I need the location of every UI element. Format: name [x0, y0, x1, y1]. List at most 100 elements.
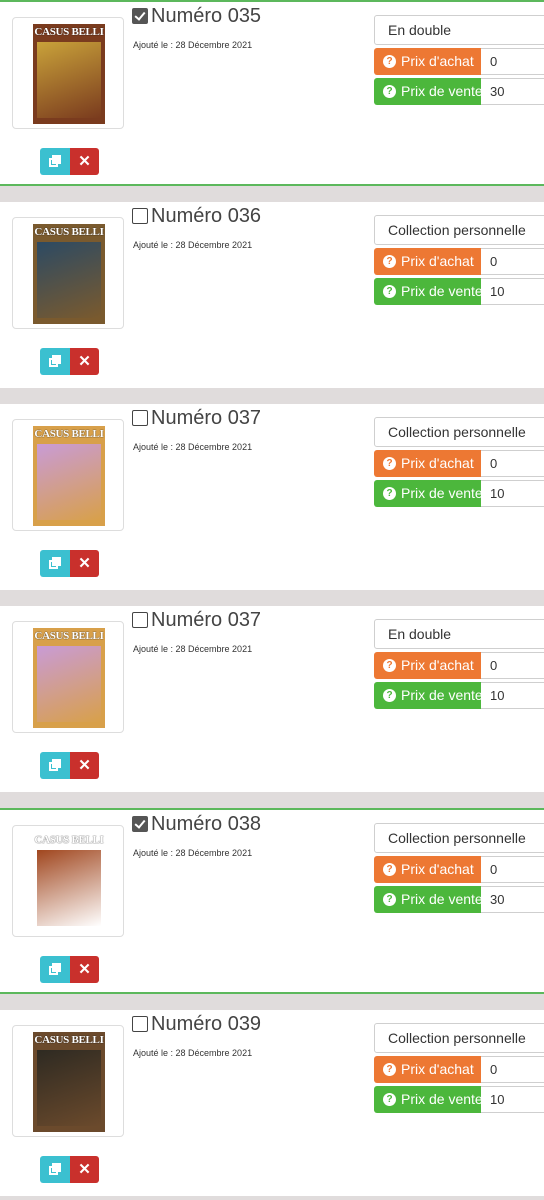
duplicate-button[interactable]: [40, 348, 70, 375]
cover-art: [37, 242, 101, 318]
delete-button[interactable]: ✕: [70, 348, 99, 375]
buy-price-label[interactable]: ? Prix d'achat: [374, 856, 481, 883]
status-select[interactable]: Collection personnelle: [374, 417, 544, 447]
added-date: Ajouté le : 28 Décembre 2021: [133, 40, 253, 50]
added-date: Ajouté le : 28 Décembre 2021: [133, 1048, 253, 1058]
issue-title: Numéro 035: [151, 5, 262, 27]
times-icon: ✕: [78, 1161, 91, 1178]
collection-item: CASUS BELLI ✕ Numéro 039 Ajouté le : 28 …: [0, 1010, 544, 1196]
select-checkbox[interactable]: [132, 208, 148, 224]
cover-thumbnail[interactable]: CASUS BELLI: [12, 825, 124, 937]
added-date: Ajouté le : 28 Décembre 2021: [133, 848, 253, 858]
sell-price-input[interactable]: 10: [481, 480, 544, 507]
sell-price-label[interactable]: ? Prix de vente: [374, 480, 483, 507]
added-date: Ajouté le : 28 Décembre 2021: [133, 442, 253, 452]
status-select[interactable]: Collection personnelle: [374, 215, 544, 245]
sell-price-input[interactable]: 10: [481, 682, 544, 709]
cover-art: [37, 850, 101, 926]
duplicate-button[interactable]: [40, 550, 70, 577]
cover-thumbnail[interactable]: CASUS BELLI: [12, 1025, 124, 1137]
buy-price-row: ? Prix d'achat 0: [374, 652, 544, 679]
question-circle-icon: ?: [383, 659, 396, 672]
sell-price-input[interactable]: 10: [481, 1086, 544, 1113]
buy-price-input[interactable]: 0: [481, 450, 544, 477]
delete-button[interactable]: ✕: [70, 550, 99, 577]
status-select[interactable]: Collection personnelle: [374, 1023, 544, 1053]
sell-price-label[interactable]: ? Prix de vente: [374, 682, 483, 709]
issue-title: Numéro 037: [151, 609, 262, 631]
sell-price-input[interactable]: 30: [481, 78, 544, 105]
issue-title: Numéro 038: [151, 813, 262, 835]
question-circle-icon: ?: [383, 689, 396, 702]
item-actions: ✕: [40, 752, 100, 779]
sell-price-label[interactable]: ? Prix de vente: [374, 78, 483, 105]
delete-button[interactable]: ✕: [70, 1156, 99, 1183]
buy-price-label[interactable]: ? Prix d'achat: [374, 248, 481, 275]
magazine-cover-icon: CASUS BELLI: [33, 628, 105, 728]
select-checkbox[interactable]: [132, 410, 148, 426]
magazine-cover-icon: CASUS BELLI: [33, 426, 105, 526]
cover-title: CASUS BELLI: [34, 630, 104, 642]
cover-art: [37, 646, 101, 722]
buy-price-row: ? Prix d'achat 0: [374, 48, 544, 75]
collection-item: CASUS BELLI ✕ Numéro 036 Ajouté le : 28 …: [0, 202, 544, 388]
delete-button[interactable]: ✕: [70, 956, 99, 983]
select-checkbox[interactable]: [132, 816, 148, 832]
sell-price-label[interactable]: ? Prix de vente: [374, 1086, 483, 1113]
cover-thumbnail[interactable]: CASUS BELLI: [12, 621, 124, 733]
buy-price-input[interactable]: 0: [481, 248, 544, 275]
select-checkbox[interactable]: [132, 612, 148, 628]
buy-price-row: ? Prix d'achat 0: [374, 856, 544, 883]
status-select[interactable]: En double: [374, 619, 544, 649]
question-circle-icon: ?: [383, 255, 396, 268]
delete-button[interactable]: ✕: [70, 752, 99, 779]
collection-item: CASUS BELLI ✕ Numéro 035 Ajouté le : 28 …: [0, 0, 544, 186]
item-actions: ✕: [40, 148, 100, 175]
buy-price-input[interactable]: 0: [481, 48, 544, 75]
buy-price-label[interactable]: ? Prix d'achat: [374, 450, 481, 477]
collection-item: CASUS BELLI ✕ Numéro 038 Ajouté le : 28 …: [0, 808, 544, 994]
sell-price-label[interactable]: ? Prix de vente: [374, 886, 483, 913]
buy-price-label[interactable]: ? Prix d'achat: [374, 652, 481, 679]
duplicate-button[interactable]: [40, 956, 70, 983]
times-icon: ✕: [78, 353, 91, 370]
buy-price-input[interactable]: 0: [481, 1056, 544, 1083]
buy-price-input[interactable]: 0: [481, 856, 544, 883]
times-icon: ✕: [78, 153, 91, 170]
select-checkbox[interactable]: [132, 1016, 148, 1032]
times-icon: ✕: [78, 757, 91, 774]
duplicate-button[interactable]: [40, 1156, 70, 1183]
sell-price-input[interactable]: 30: [481, 886, 544, 913]
item-actions: ✕: [40, 1156, 100, 1183]
buy-price-label[interactable]: ? Prix d'achat: [374, 48, 481, 75]
sell-price-label[interactable]: ? Prix de vente: [374, 278, 483, 305]
item-actions: ✕: [40, 348, 100, 375]
cover-title: CASUS BELLI: [34, 226, 104, 238]
delete-button[interactable]: ✕: [70, 148, 99, 175]
buy-price-input[interactable]: 0: [481, 652, 544, 679]
buy-price-row: ? Prix d'achat 0: [374, 1056, 544, 1083]
status-select[interactable]: En double: [374, 15, 544, 45]
cover-art: [37, 42, 101, 118]
magazine-cover-icon: CASUS BELLI: [33, 832, 105, 932]
cover-thumbnail[interactable]: CASUS BELLI: [12, 217, 124, 329]
duplicate-button[interactable]: [40, 148, 70, 175]
question-circle-icon: ?: [383, 893, 396, 906]
status-select[interactable]: Collection personnelle: [374, 823, 544, 853]
buy-price-label[interactable]: ? Prix d'achat: [374, 1056, 481, 1083]
cover-title: CASUS BELLI: [34, 26, 104, 38]
magazine-cover-icon: CASUS BELLI: [33, 1032, 105, 1132]
question-circle-icon: ?: [383, 487, 396, 500]
cover-thumbnail[interactable]: CASUS BELLI: [12, 419, 124, 531]
question-circle-icon: ?: [383, 457, 396, 470]
duplicate-button[interactable]: [40, 752, 70, 779]
cover-thumbnail[interactable]: CASUS BELLI: [12, 17, 124, 129]
issue-title: Numéro 037: [151, 407, 262, 429]
question-circle-icon: ?: [383, 55, 396, 68]
select-checkbox[interactable]: [132, 8, 148, 24]
sell-price-input[interactable]: 10: [481, 278, 544, 305]
sell-price-row: ? Prix de vente 30: [374, 78, 544, 105]
sell-price-row: ? Prix de vente 10: [374, 1086, 544, 1113]
issue-title: Numéro 039: [151, 1013, 262, 1035]
times-icon: ✕: [78, 555, 91, 572]
